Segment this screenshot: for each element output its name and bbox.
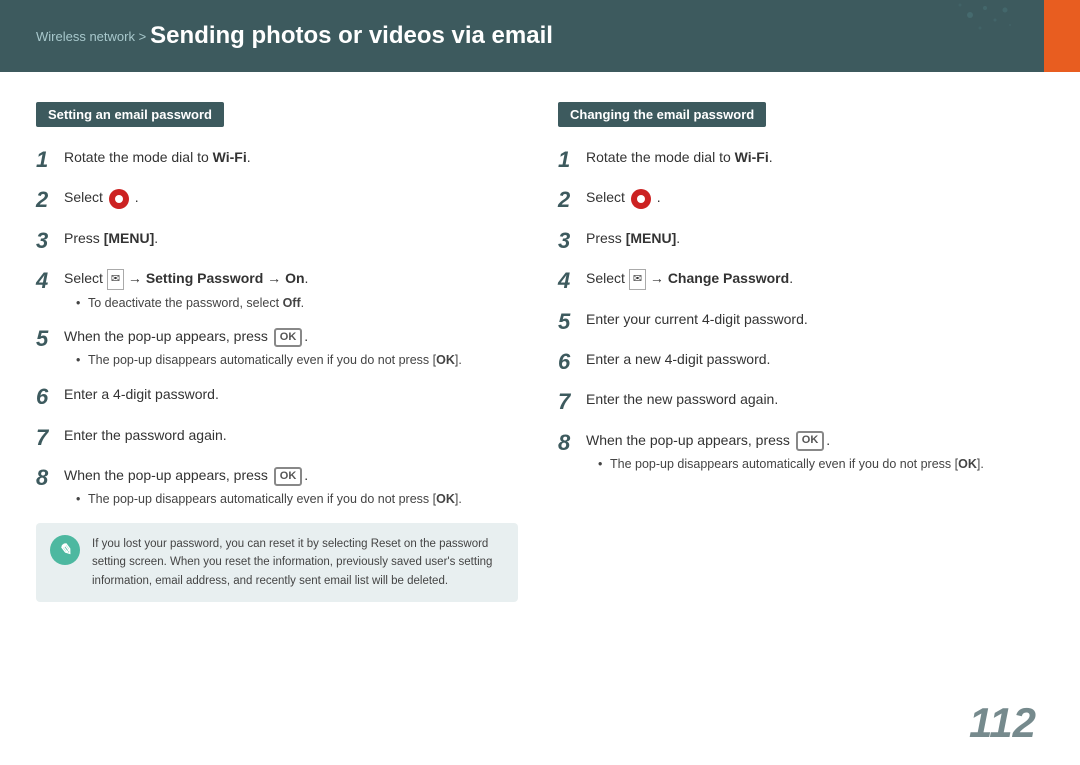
step-text: Select .	[64, 187, 518, 208]
step-text: Press [MENU].	[586, 228, 1040, 249]
step-text: Enter a new 4-digit password.	[586, 349, 1040, 370]
step-number: 8	[558, 430, 586, 456]
right-step-6: 6 Enter a new 4-digit password.	[558, 349, 1040, 375]
step-number: 2	[36, 187, 64, 213]
step-number: 6	[558, 349, 586, 375]
left-step-4: 4 Select ✉ → Setting Password → On. To d…	[36, 268, 518, 312]
note-icon: ✎	[50, 535, 80, 565]
step-text: Press [MENU].	[64, 228, 518, 249]
right-step-8: 8 When the pop-up appears, press OK. The…	[558, 430, 1040, 474]
step-number: 5	[558, 309, 586, 335]
breadcrumb: Wireless network >	[36, 29, 146, 44]
step-text: Enter the new password again.	[586, 389, 1040, 410]
step-text: Select ✉ → Setting Password → On. To dea…	[64, 268, 518, 312]
step-number: 2	[558, 187, 586, 213]
step-text: When the pop-up appears, press OK. The p…	[64, 326, 518, 370]
step-text: When the pop-up appears, press OK. The p…	[586, 430, 1040, 474]
left-section-header: Setting an email password	[36, 102, 224, 127]
right-step-3: 3 Press [MENU].	[558, 228, 1040, 254]
left-step-8: 8 When the pop-up appears, press OK. The…	[36, 465, 518, 509]
step-text: Enter a 4-digit password.	[64, 384, 518, 405]
orange-tab-decoration	[1044, 0, 1080, 72]
camera-icon	[631, 189, 651, 209]
step-number: 1	[36, 147, 64, 173]
camera-icon	[109, 189, 129, 209]
step-number: 5	[36, 326, 64, 352]
step-number: 3	[36, 228, 64, 254]
step-number: 6	[36, 384, 64, 410]
left-step-3: 3 Press [MENU].	[36, 228, 518, 254]
note-text: If you lost your password, you can reset…	[92, 535, 504, 590]
page-header: Wireless network > Sending photos or vid…	[0, 0, 1080, 72]
step-number: 7	[36, 425, 64, 451]
step-number: 4	[558, 268, 586, 294]
right-section-header: Changing the email password	[558, 102, 766, 127]
step-text: Enter your current 4-digit password.	[586, 309, 1040, 330]
step-text: Select ✉ → Change Password.	[586, 268, 1040, 290]
step-number: 8	[36, 465, 64, 491]
header-decoration	[820, 0, 1020, 72]
step-text: Rotate the mode dial to Wi-Fi.	[586, 147, 1040, 168]
ok-button-icon: OK	[274, 467, 303, 486]
step-number: 1	[558, 147, 586, 173]
ok-button-icon: OK	[274, 328, 303, 347]
right-step-2: 2 Select .	[558, 187, 1040, 213]
step-text: Select .	[586, 187, 1040, 208]
step-text: Rotate the mode dial to Wi-Fi.	[64, 147, 518, 168]
right-step-5: 5 Enter your current 4-digit password.	[558, 309, 1040, 335]
right-step-1: 1 Rotate the mode dial to Wi-Fi.	[558, 147, 1040, 173]
left-column: Setting an email password 1 Rotate the m…	[36, 102, 518, 602]
right-column: Changing the email password 1 Rotate the…	[558, 102, 1040, 602]
page-number: 112	[969, 699, 1036, 747]
step-text: When the pop-up appears, press OK. The p…	[64, 465, 518, 509]
left-step-6: 6 Enter a 4-digit password.	[36, 384, 518, 410]
right-step-7: 7 Enter the new password again.	[558, 389, 1040, 415]
page-title: Sending photos or videos via email	[150, 22, 553, 50]
main-content: Setting an email password 1 Rotate the m…	[0, 72, 1080, 622]
step-number: 4	[36, 268, 64, 294]
left-step-2: 2 Select .	[36, 187, 518, 213]
step-number: 7	[558, 389, 586, 415]
note-box: ✎ If you lost your password, you can res…	[36, 523, 518, 602]
right-step-4: 4 Select ✉ → Change Password.	[558, 268, 1040, 294]
step-text: Enter the password again.	[64, 425, 518, 446]
left-step-7: 7 Enter the password again.	[36, 425, 518, 451]
step-number: 3	[558, 228, 586, 254]
ok-button-icon: OK	[796, 431, 825, 450]
left-step-1: 1 Rotate the mode dial to Wi-Fi.	[36, 147, 518, 173]
left-step-5: 5 When the pop-up appears, press OK. The…	[36, 326, 518, 370]
